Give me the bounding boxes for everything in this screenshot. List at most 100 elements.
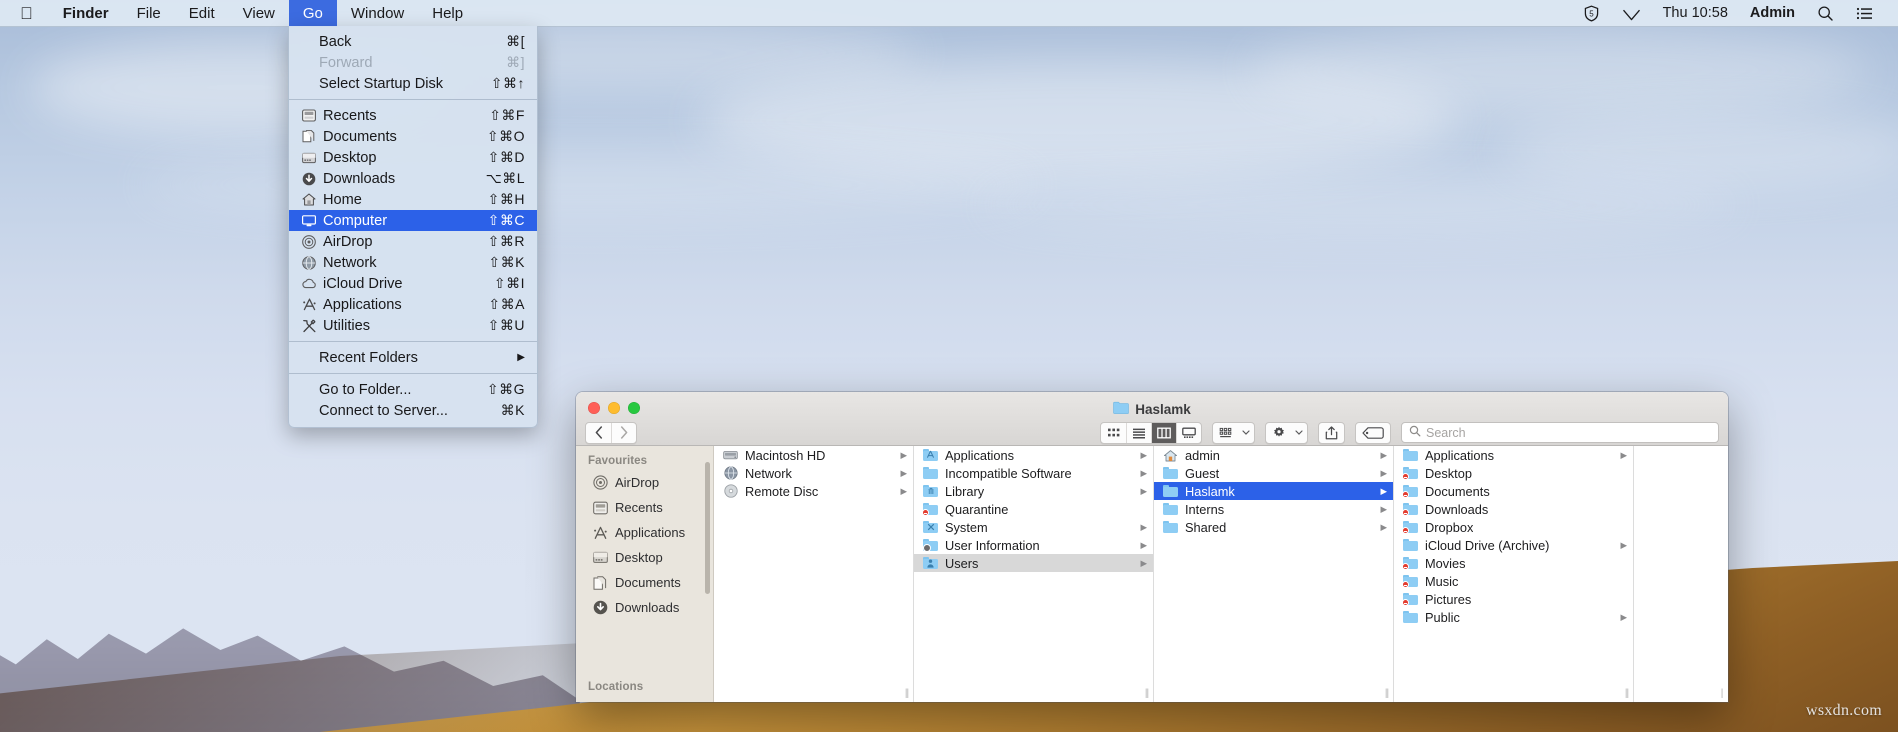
security-shield-5-icon[interactable]: 5 bbox=[1572, 0, 1611, 27]
macintosh-hd-column[interactable]: Applications ▶ Incompatible Software ▶ L… bbox=[914, 446, 1154, 702]
column-item-desktop[interactable]: Desktop bbox=[1394, 464, 1633, 482]
column-item-dropbox[interactable]: Dropbox bbox=[1394, 518, 1633, 536]
sidebar-item-documents[interactable]: Documents bbox=[576, 570, 713, 595]
column-item-library[interactable]: Library ▶ bbox=[914, 482, 1153, 500]
sidebar-scrollbar[interactable] bbox=[705, 462, 710, 594]
group-by-button[interactable] bbox=[1212, 422, 1255, 444]
go-menu-item-connect-to-server[interactable]: Connect to Server... ⌘K bbox=[289, 400, 537, 421]
menu-item-file[interactable]: File bbox=[123, 0, 175, 27]
column-item-users[interactable]: Users ▶ bbox=[914, 554, 1153, 572]
go-menu-item-documents[interactable]: Documents ⇧⌘O bbox=[289, 126, 537, 147]
chevron-down-icon[interactable] bbox=[1291, 423, 1307, 443]
share-icon[interactable] bbox=[1319, 423, 1344, 443]
users-column[interactable]: admin ▶ Guest ▶ Haslamk ▶ Interns ▶ bbox=[1154, 446, 1394, 702]
tag-icon[interactable] bbox=[1356, 423, 1390, 443]
column-item-music[interactable]: Music bbox=[1394, 572, 1633, 590]
column-item-macintosh-hd[interactable]: Macintosh HD ▶ bbox=[714, 446, 913, 464]
go-menu-item-recents[interactable]: Recents ⇧⌘F bbox=[289, 105, 537, 126]
column-item-interns[interactable]: Interns ▶ bbox=[1154, 500, 1393, 518]
go-menu-item-select-startup-disk[interactable]: Select Startup Disk ⇧⌘↑ bbox=[289, 73, 537, 94]
go-menu-item-applications[interactable]: Applications ⇧⌘A bbox=[289, 294, 537, 315]
go-menu-item-airdrop[interactable]: AirDrop ⇧⌘R bbox=[289, 231, 537, 252]
column-item-documents[interactable]: Documents bbox=[1394, 482, 1633, 500]
go-menu-item-computer[interactable]: Computer ⇧⌘C bbox=[289, 210, 537, 231]
go-menu-item-back[interactable]: Back ⌘[ bbox=[289, 31, 537, 52]
chevron-down-icon[interactable] bbox=[1238, 423, 1254, 443]
window-title-bar[interactable]: Haslamk bbox=[576, 392, 1728, 446]
column-item-downloads[interactable]: Downloads bbox=[1394, 500, 1633, 518]
column-resize-handle[interactable]: || bbox=[1620, 684, 1633, 702]
column-item-guest[interactable]: Guest ▶ bbox=[1154, 464, 1393, 482]
disclosure-arrow-icon: ▶ bbox=[894, 486, 907, 497]
column-item-applications[interactable]: Applications ▶ bbox=[1394, 446, 1633, 464]
action-menu-button[interactable] bbox=[1265, 422, 1308, 444]
column-item-shared[interactable]: Shared ▶ bbox=[1154, 518, 1393, 536]
go-menu-item-utilities[interactable]: Utilities ⇧⌘U bbox=[289, 315, 537, 336]
preview-column[interactable]: | bbox=[1634, 446, 1728, 702]
column-item-movies[interactable]: Movies bbox=[1394, 554, 1633, 572]
column-item-haslamk[interactable]: Haslamk ▶ bbox=[1154, 482, 1393, 500]
gear-icon[interactable] bbox=[1266, 423, 1291, 443]
menu-item-help[interactable]: Help bbox=[418, 0, 477, 27]
go-menu-item-icloud-drive[interactable]: iCloud Drive ⇧⌘I bbox=[289, 273, 537, 294]
icon-view-icon[interactable] bbox=[1101, 423, 1126, 443]
sidebar-item-recents[interactable]: Recents bbox=[576, 495, 713, 520]
sidebar-item-applications[interactable]: Applications bbox=[576, 520, 713, 545]
column-resize-handle[interactable]: || bbox=[900, 684, 913, 702]
column-item-remote-disc[interactable]: Remote Disc ▶ bbox=[714, 482, 913, 500]
column-item-label: Library bbox=[945, 484, 984, 499]
column-item-applications[interactable]: Applications ▶ bbox=[914, 446, 1153, 464]
sidebar-item-airdrop[interactable]: AirDrop bbox=[576, 470, 713, 495]
haslamk-column[interactable]: Applications ▶ Desktop Documents Downloa… bbox=[1394, 446, 1634, 702]
menu-bar-user[interactable]: Admin bbox=[1739, 0, 1806, 27]
search-placeholder: Search bbox=[1426, 426, 1466, 440]
menu-item-go[interactable]: Go bbox=[289, 0, 337, 27]
apple-menu-icon[interactable]:  bbox=[0, 0, 49, 27]
finder-window[interactable]: Haslamk bbox=[576, 392, 1728, 702]
tags-button[interactable] bbox=[1355, 422, 1391, 444]
column-resize-handle[interactable]: | bbox=[1715, 684, 1728, 702]
menu-bar-clock[interactable]: Thu 10:58 bbox=[1652, 0, 1739, 27]
go-menu-item-home[interactable]: Home ⇧⌘H bbox=[289, 189, 537, 210]
column-item-label: Interns bbox=[1185, 502, 1224, 517]
devices-column[interactable]: Macintosh HD ▶ Network ▶ Remote Disc ▶ bbox=[714, 446, 914, 702]
menu-item-view[interactable]: View bbox=[229, 0, 289, 27]
column-item-network[interactable]: Network ▶ bbox=[714, 464, 913, 482]
sidebar-item-downloads[interactable]: Downloads bbox=[576, 595, 713, 620]
forward-button[interactable] bbox=[611, 423, 636, 443]
column-item-pictures[interactable]: Pictures bbox=[1394, 590, 1633, 608]
column-item-system[interactable]: System ▶ bbox=[914, 518, 1153, 536]
finder-sidebar[interactable]: Favourites AirDrop Recents Applications bbox=[576, 446, 714, 702]
go-menu-item-forward: Forward ⌘] bbox=[289, 52, 537, 73]
column-resize-handle[interactable]: || bbox=[1380, 684, 1393, 702]
column-item-public[interactable]: Public ▶ bbox=[1394, 608, 1633, 626]
go-menu-item-recent-folders[interactable]: Recent Folders ▶ bbox=[289, 347, 537, 368]
group-by-icon[interactable] bbox=[1213, 423, 1238, 443]
column-item-admin[interactable]: admin ▶ bbox=[1154, 446, 1393, 464]
menu-item-finder[interactable]: Finder bbox=[49, 0, 123, 27]
control-center-icon[interactable] bbox=[1845, 0, 1884, 27]
utilities-icon bbox=[299, 318, 319, 334]
search-input[interactable]: Search bbox=[1401, 422, 1719, 443]
menu-item-edit[interactable]: Edit bbox=[175, 0, 229, 27]
column-item-quarantine[interactable]: Quarantine bbox=[914, 500, 1153, 518]
go-menu-item-downloads[interactable]: Downloads ⌥⌘L bbox=[289, 168, 537, 189]
menu-item-window[interactable]: Window bbox=[337, 0, 418, 27]
column-item-incompatible-software[interactable]: Incompatible Software ▶ bbox=[914, 464, 1153, 482]
back-button[interactable] bbox=[586, 423, 611, 443]
spotlight-search-icon[interactable] bbox=[1806, 0, 1845, 27]
column-item-user-information[interactable]: User Information ▶ bbox=[914, 536, 1153, 554]
go-menu-item-desktop[interactable]: Desktop ⇧⌘D bbox=[289, 147, 537, 168]
wifi-icon[interactable] bbox=[1611, 0, 1652, 27]
go-menu-item-go-to-folder[interactable]: Go to Folder... ⇧⌘G bbox=[289, 379, 537, 400]
gallery-view-icon[interactable] bbox=[1176, 423, 1201, 443]
share-button[interactable] bbox=[1318, 422, 1345, 444]
list-view-icon[interactable] bbox=[1126, 423, 1151, 443]
column-item-label: Macintosh HD bbox=[745, 448, 825, 463]
column-resize-handle[interactable]: || bbox=[1140, 684, 1153, 702]
mountain-ridge bbox=[0, 560, 580, 732]
column-view-icon[interactable] bbox=[1151, 423, 1176, 443]
sidebar-item-desktop[interactable]: Desktop bbox=[576, 545, 713, 570]
column-item-icloud-drive-archive[interactable]: iCloud Drive (Archive) ▶ bbox=[1394, 536, 1633, 554]
go-menu-item-network[interactable]: Network ⇧⌘K bbox=[289, 252, 537, 273]
